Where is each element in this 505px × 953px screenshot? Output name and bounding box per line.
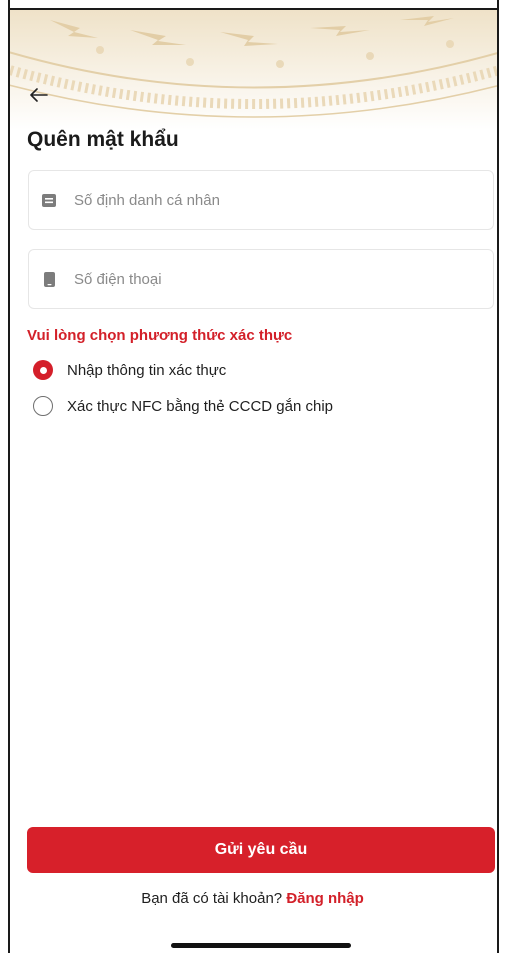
login-prompt: Bạn đã có tài khoản? Đăng nhập <box>0 890 505 907</box>
verification-method-label: Vui lòng chọn phương thức xác thực <box>27 327 293 344</box>
id-card-icon <box>42 193 56 208</box>
radio-option-manual[interactable]: Nhập thông tin xác thực <box>33 358 226 382</box>
phone-icon <box>42 271 56 287</box>
page-title: Quên mật khẩu <box>27 128 179 151</box>
radio-checked-icon[interactable] <box>33 360 53 380</box>
radio-option-label: Xác thực NFC bằng thẻ CCCD gắn chip <box>67 397 333 415</box>
login-prompt-text: Bạn đã có tài khoản? <box>141 890 283 907</box>
bronze-drum-pattern-icon <box>10 10 497 130</box>
radio-unchecked-icon[interactable] <box>33 396 53 416</box>
phone-number-field[interactable] <box>28 249 494 309</box>
submit-request-button[interactable]: Gửi yêu cầu <box>27 827 495 873</box>
header-pattern <box>10 10 497 130</box>
frame-edge-left <box>8 0 10 953</box>
home-indicator <box>171 943 351 948</box>
id-number-field[interactable] <box>28 170 494 230</box>
phone-number-input[interactable] <box>72 269 476 289</box>
radio-option-nfc[interactable]: Xác thực NFC bằng thẻ CCCD gắn chip <box>33 394 333 418</box>
frame-edge-top <box>8 8 499 10</box>
id-number-input[interactable] <box>72 190 476 210</box>
frame-edge-right <box>497 0 499 953</box>
arrow-left-icon <box>30 88 48 102</box>
radio-option-label: Nhập thông tin xác thực <box>67 361 227 379</box>
back-button[interactable] <box>22 80 56 110</box>
forgot-password-screen: Quên mật khẩu Vui lòng chọn phương thức … <box>0 0 505 953</box>
login-link[interactable]: Đăng nhập <box>286 890 364 907</box>
